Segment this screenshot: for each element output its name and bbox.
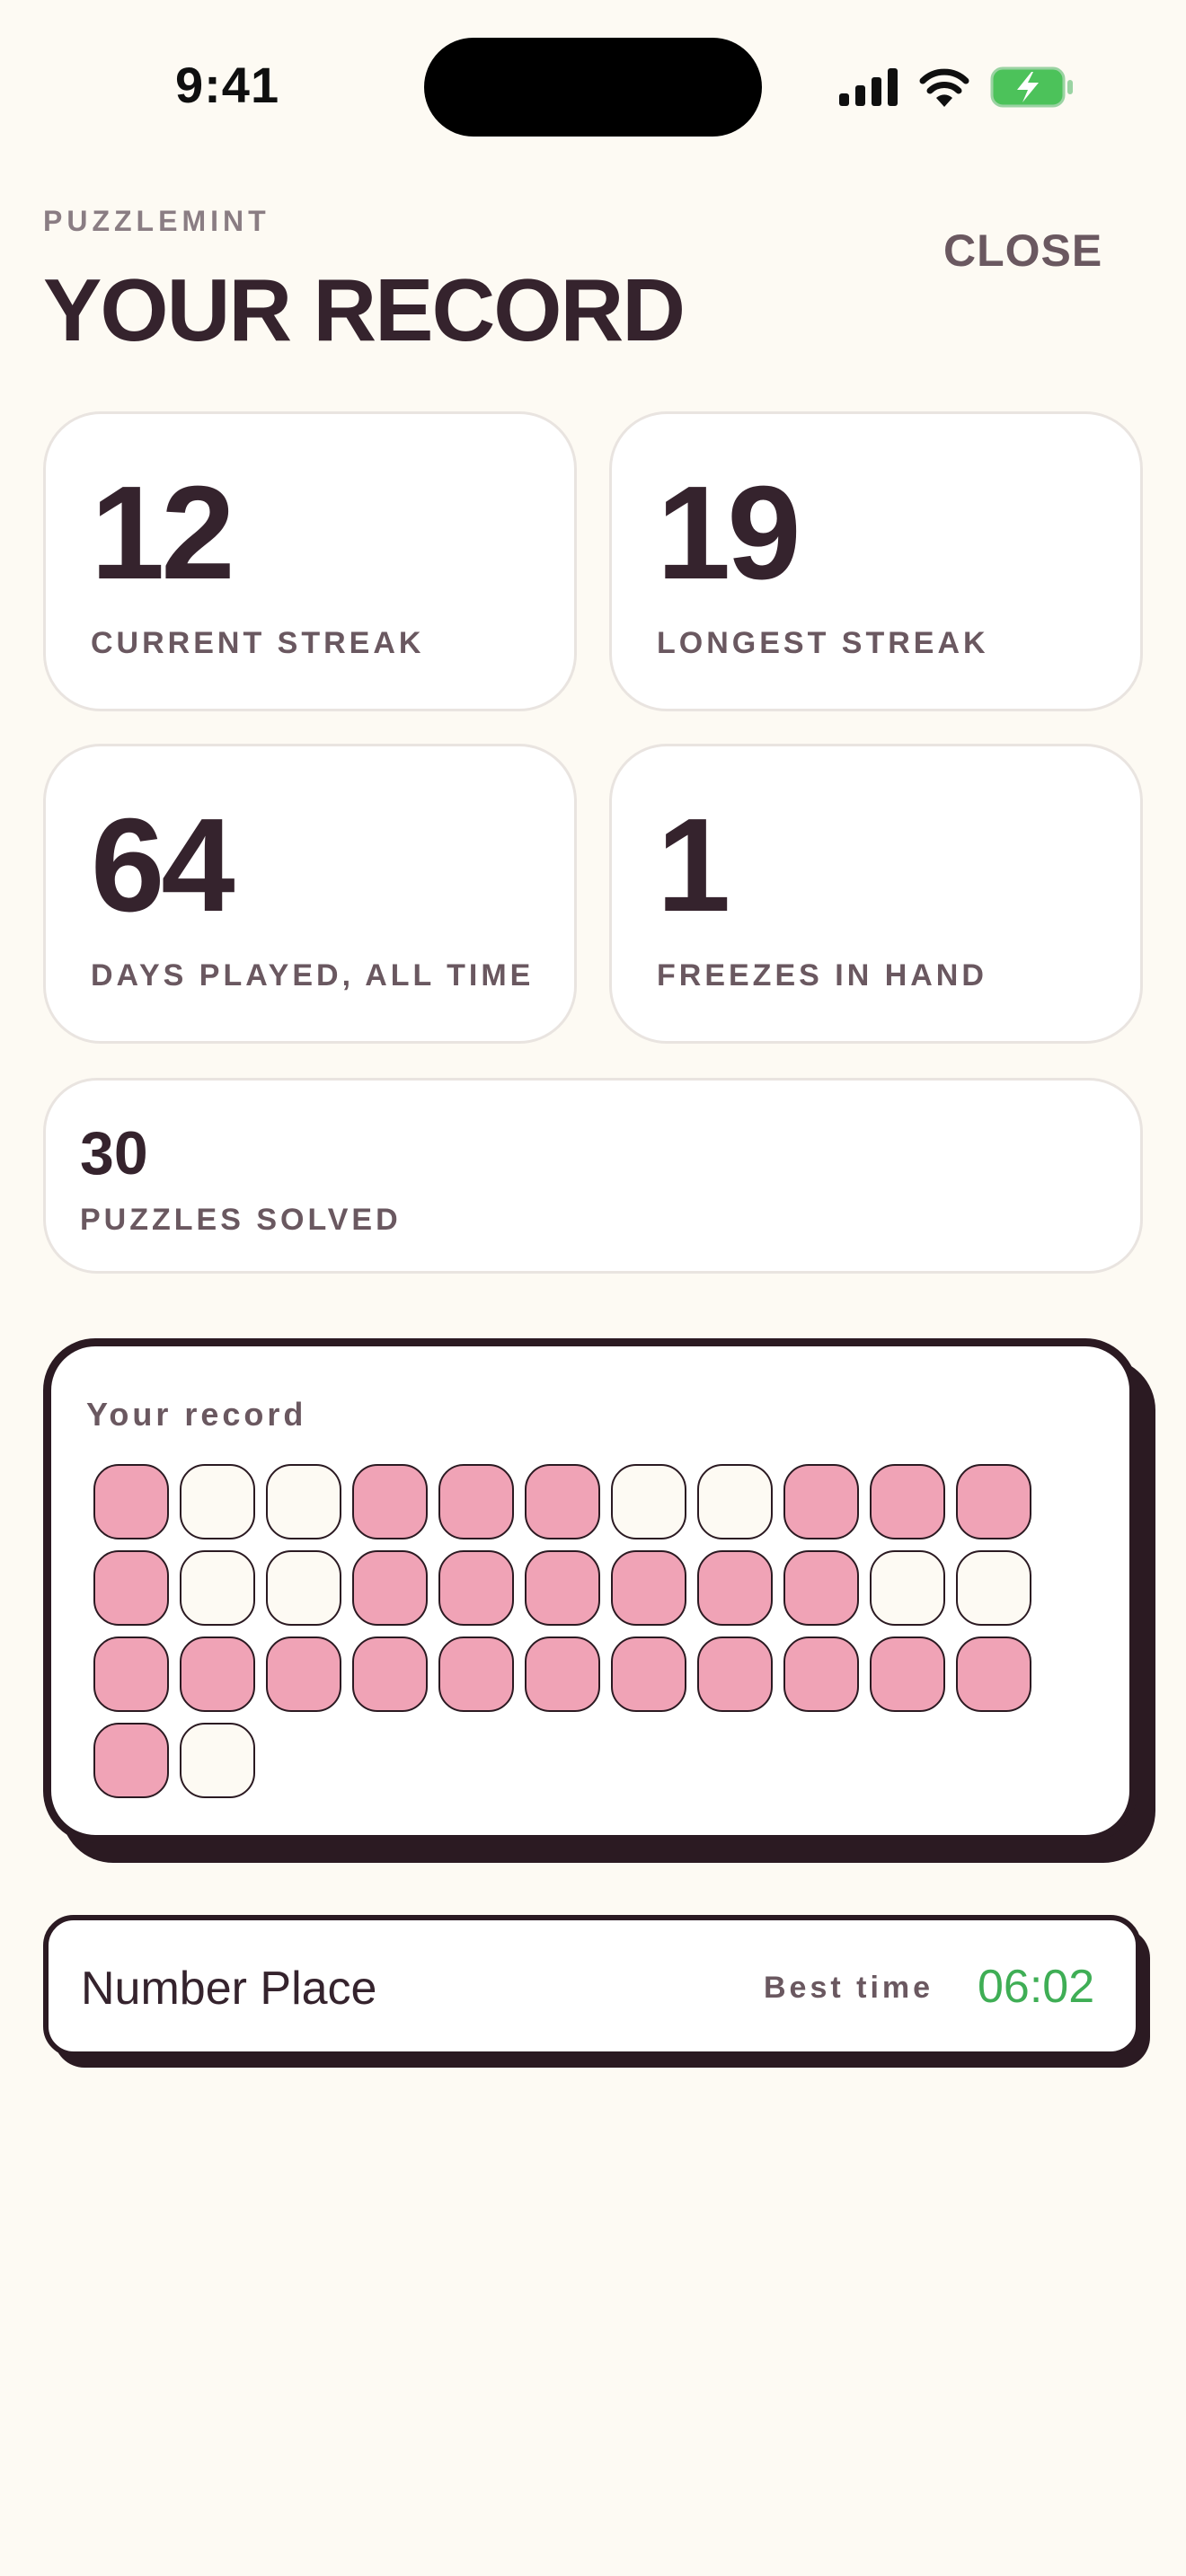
day-cell-missed — [611, 1464, 686, 1539]
stat-value: 1 — [657, 791, 730, 940]
day-cell-played — [956, 1636, 1031, 1712]
day-cell-played — [93, 1636, 169, 1712]
day-cell-played — [783, 1464, 859, 1539]
brand-label: PUZZLEMINT — [43, 205, 270, 237]
stat-value: 64 — [91, 791, 235, 940]
stat-label: PUZZLES SOLVED — [80, 1203, 402, 1237]
day-cell-played — [266, 1636, 341, 1712]
day-cell-missed — [180, 1723, 255, 1798]
day-cell-played — [352, 1464, 428, 1539]
day-cell-played — [611, 1550, 686, 1626]
cellular-signal-icon — [839, 68, 898, 106]
status-time: 9:41 — [175, 57, 280, 113]
stat-label: DAYS PLAYED, ALL TIME — [91, 958, 535, 992]
stat-value: 19 — [657, 459, 801, 607]
close-button[interactable]: CLOSE — [943, 225, 1102, 277]
puzzle-name: Number Place — [81, 1963, 377, 2015]
stat-label: FREEZES IN HAND — [657, 958, 987, 992]
day-cell-played — [525, 1464, 600, 1539]
day-cell-missed — [956, 1550, 1031, 1626]
status-icons — [839, 65, 1075, 110]
page-title: YOUR RECORD — [43, 260, 686, 359]
day-cell-played — [611, 1636, 686, 1712]
dynamic-island — [424, 38, 762, 137]
day-cell-played — [697, 1550, 773, 1626]
stat-card-longest-streak: 19 LONGEST STREAK — [609, 411, 1143, 711]
day-cell-played — [93, 1464, 169, 1539]
day-cell-missed — [266, 1550, 341, 1626]
stat-value: 12 — [91, 459, 235, 607]
stat-label: LONGEST STREAK — [657, 626, 989, 660]
day-cell-played — [93, 1723, 169, 1798]
day-cell-played — [352, 1550, 428, 1626]
day-cell-played — [438, 1550, 514, 1626]
day-cell-played — [93, 1550, 169, 1626]
stat-label: CURRENT STREAK — [91, 626, 425, 660]
day-cell-missed — [697, 1464, 773, 1539]
day-cell-played — [180, 1636, 255, 1712]
battery-charging-icon — [990, 66, 1073, 108]
stat-card-current-streak: 12 CURRENT STREAK — [43, 411, 577, 711]
day-cell-played — [870, 1464, 945, 1539]
record-screen: 9:41 PUZZLEMINT YOUR RECORD CLOSE 12 CUR… — [0, 0, 1186, 2576]
day-cell-played — [525, 1636, 600, 1712]
stat-card-puzzles-solved: 30 PUZZLES SOLVED — [43, 1078, 1143, 1274]
day-cell-missed — [180, 1550, 255, 1626]
best-time-value: 06:02 — [978, 1961, 1095, 2013]
day-cell-played — [438, 1636, 514, 1712]
record-title: Your record — [86, 1396, 307, 1433]
day-cell-played — [783, 1636, 859, 1712]
stat-value: 30 — [80, 1119, 148, 1187]
best-time-label: Best time — [764, 1971, 934, 2005]
day-cell-played — [352, 1636, 428, 1712]
day-cell-missed — [870, 1550, 945, 1626]
record-grid — [93, 1464, 1031, 1798]
day-cell-played — [697, 1636, 773, 1712]
wifi-icon — [919, 68, 969, 107]
day-cell-missed — [266, 1464, 341, 1539]
day-cell-played — [438, 1464, 514, 1539]
stat-card-freezes: 1 FREEZES IN HAND — [609, 744, 1143, 1044]
day-cell-played — [870, 1636, 945, 1712]
day-cell-played — [783, 1550, 859, 1626]
day-cell-missed — [180, 1464, 255, 1539]
stat-card-days-played: 64 DAYS PLAYED, ALL TIME — [43, 744, 577, 1044]
day-cell-played — [956, 1464, 1031, 1539]
day-cell-played — [525, 1550, 600, 1626]
